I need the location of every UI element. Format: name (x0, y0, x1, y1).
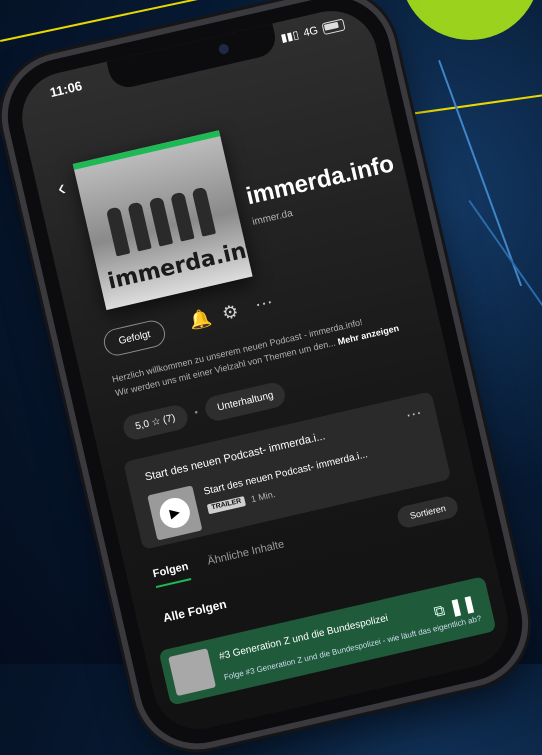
phone-device: 11:06 ▮▮▯ 4G ‹ immerda.info immerda.info… (0, 0, 534, 755)
tab-similar[interactable]: Ähnliche Inhalte (206, 538, 287, 575)
mini-player[interactable]: #3 Generation Z und die Bundespolizei Fo… (158, 576, 497, 706)
status-time: 11:06 (48, 78, 84, 101)
follow-button[interactable]: Gefolgt (101, 317, 168, 359)
trailer-badge: TRAILER (206, 495, 247, 515)
section-title: Alle Folgen (161, 596, 228, 626)
background-line (468, 200, 542, 415)
rating-count: (7) (161, 412, 177, 427)
cover-figure (148, 196, 174, 247)
background-glow (400, 0, 540, 40)
network-label: 4G (302, 24, 320, 40)
back-arrow-icon[interactable]: ‹ (55, 175, 68, 202)
cover-figure (127, 201, 152, 252)
podcast-author[interactable]: immer.da (251, 208, 294, 228)
tab-episodes[interactable]: Folgen (151, 560, 192, 589)
settings-icon[interactable]: ⚙ (220, 301, 240, 325)
background-line (438, 60, 523, 287)
podcast-title: immerda.info (243, 150, 397, 211)
sort-button[interactable]: Sortieren (395, 494, 460, 530)
battery-icon (321, 17, 346, 35)
camera-icon (217, 43, 230, 56)
episode-duration: 1 Min. (249, 489, 277, 505)
phone-frame: 11:06 ▮▮▯ 4G ‹ immerda.info immerda.info… (0, 0, 534, 755)
app-screen: 11:06 ▮▮▯ 4G ‹ immerda.info immerda.info… (13, 1, 517, 739)
devices-icon[interactable]: ⧉ (432, 602, 446, 621)
more-icon[interactable]: ··· (404, 404, 424, 425)
separator-dot: • (193, 407, 200, 419)
cover-figure (191, 186, 217, 237)
signal-icon: ▮▮▯ (279, 28, 301, 45)
rating-value: 5,0 ☆ (134, 415, 162, 433)
status-indicators: ▮▮▯ 4G (279, 17, 346, 45)
podcast-cover: immerda.info (72, 130, 253, 311)
phone-notch (106, 23, 279, 91)
cover-accent-bar (72, 130, 221, 170)
player-thumbnail (168, 648, 217, 697)
cover-figure (170, 191, 195, 242)
category-pill[interactable]: Unterhaltung (203, 380, 288, 424)
more-icon[interactable]: ··· (253, 291, 275, 316)
bell-icon[interactable]: 🔔 (187, 307, 214, 333)
rating-pill[interactable]: 5,0 ☆ (7) (121, 403, 190, 442)
tabs: Folgen Ähnliche Inhalte (151, 538, 287, 589)
cover-figure (105, 206, 131, 257)
